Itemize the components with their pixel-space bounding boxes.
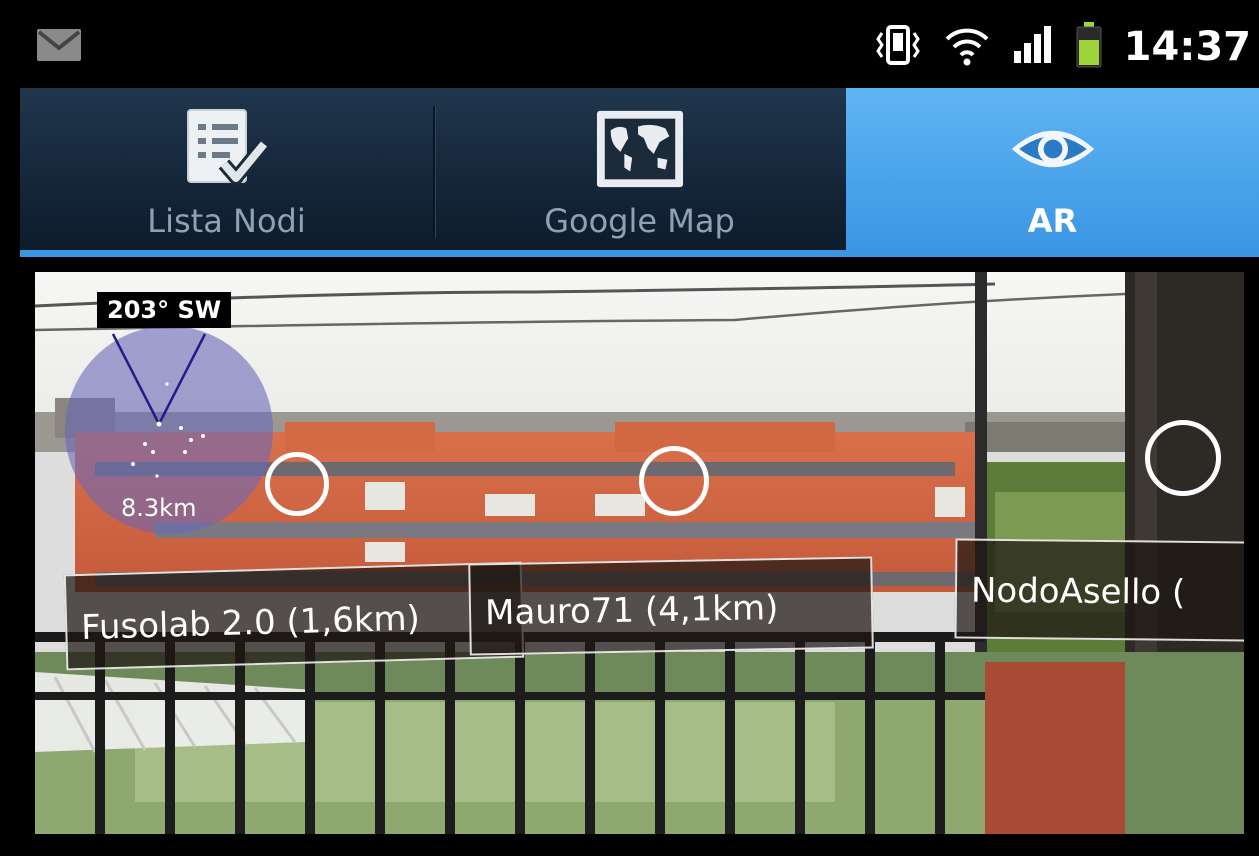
tab-indicator bbox=[20, 250, 1259, 257]
poi-marker[interactable] bbox=[639, 446, 709, 516]
tab-bar: Lista Nodi Google Map AR bbox=[20, 88, 1259, 256]
poi-marker[interactable] bbox=[1145, 420, 1221, 496]
battery-icon bbox=[1076, 22, 1102, 72]
poi-label-mauro71[interactable]: Mauro71 (4,1km) bbox=[468, 556, 874, 656]
world-map-icon bbox=[595, 104, 685, 194]
checklist-icon bbox=[182, 104, 272, 194]
vibrate-icon bbox=[874, 23, 922, 71]
clock: 14:37 bbox=[1123, 24, 1251, 70]
tab-label: AR bbox=[1027, 202, 1078, 240]
radar-range: 8.3km bbox=[121, 494, 197, 522]
tab-label: Google Map bbox=[544, 202, 735, 240]
gmail-envelope-icon bbox=[36, 28, 82, 66]
ar-camera-view[interactable]: 203° SW 8.3km Fusolab 2.0 (1,6km) Mauro7… bbox=[35, 272, 1244, 834]
tab-ar[interactable]: AR bbox=[846, 88, 1259, 256]
tab-lista-nodi[interactable]: Lista Nodi bbox=[20, 88, 433, 256]
android-screen: 14:37 Lista Nodi Google Map AR 203° SW 8… bbox=[0, 0, 1259, 856]
signal-icon bbox=[1012, 25, 1054, 69]
tab-label: Lista Nodi bbox=[147, 202, 306, 240]
compass-heading: 203° SW bbox=[97, 292, 232, 328]
status-bar: 14:37 bbox=[20, 10, 1259, 82]
poi-label-nodoasello[interactable]: NodoAsello ( bbox=[954, 538, 1244, 642]
eye-icon bbox=[1008, 104, 1098, 194]
poi-marker[interactable] bbox=[265, 452, 329, 516]
poi-label-fusolab[interactable]: Fusolab 2.0 (1,6km) bbox=[63, 561, 525, 671]
tab-google-map[interactable]: Google Map bbox=[433, 88, 846, 256]
wifi-icon bbox=[944, 23, 990, 71]
